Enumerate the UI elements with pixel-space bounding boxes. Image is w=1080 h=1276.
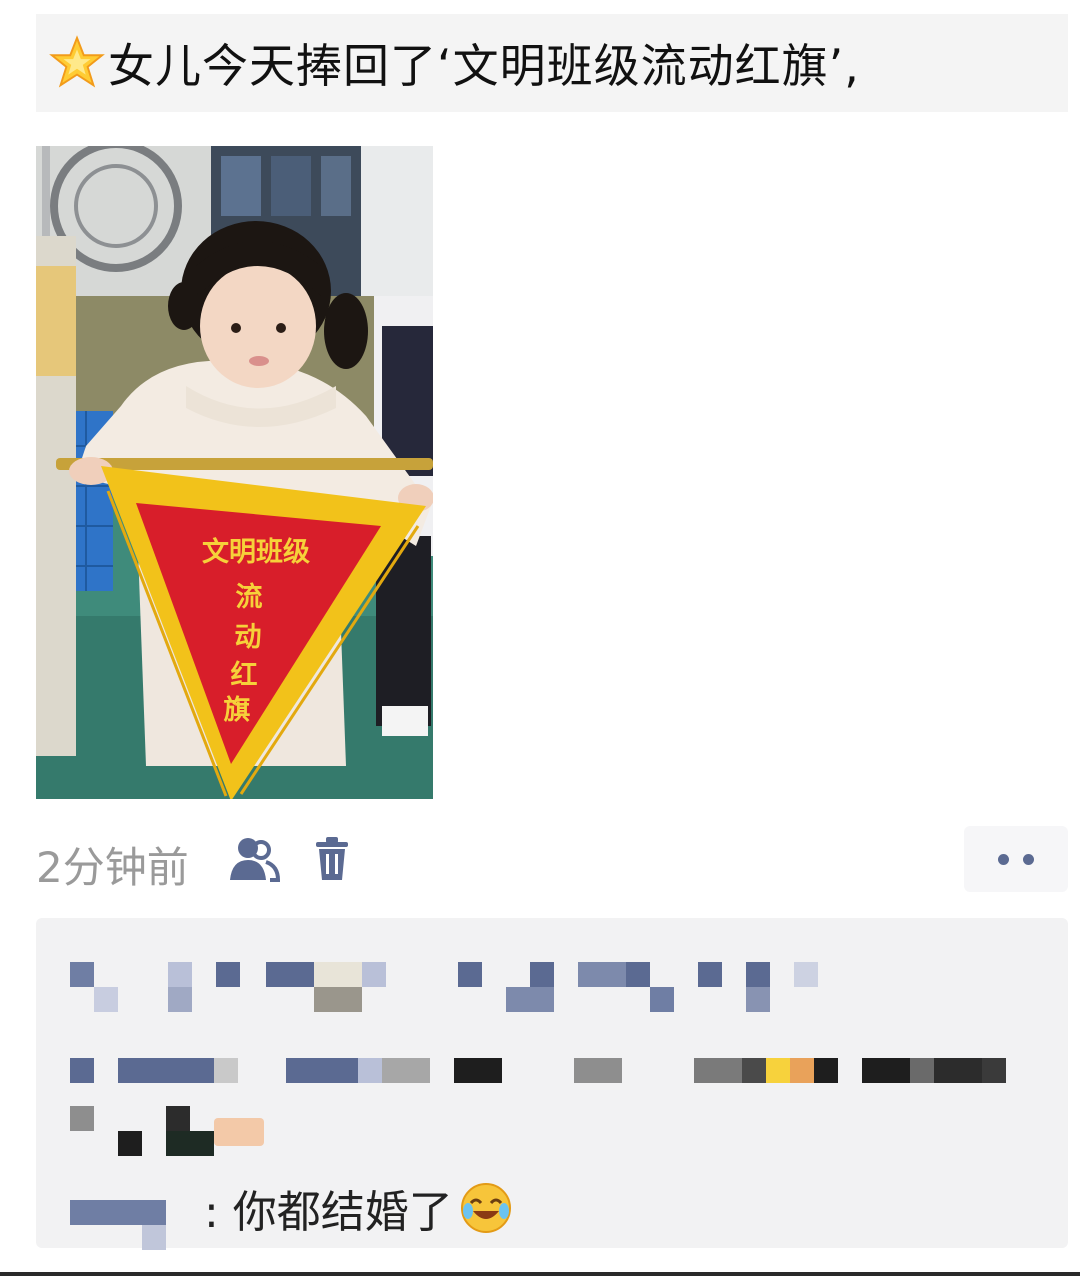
more-options-button[interactable] xyxy=(964,826,1068,892)
more-dot-icon xyxy=(1023,853,1034,865)
post-photo[interactable]: 文明班级 流 动 红 旗 xyxy=(36,146,433,799)
comments-section: : 你都结婚了 xyxy=(36,918,1068,1250)
glowing-star-icon xyxy=(49,35,105,88)
post-timestamp: 2分钟前 xyxy=(36,843,189,892)
redacted-comment-line xyxy=(70,1058,1030,1108)
pennant-line-1: 文明班级 xyxy=(202,536,310,568)
redacted-commenter-name xyxy=(70,1200,200,1250)
trash-icon[interactable] xyxy=(314,836,350,882)
post-caption: 女儿今天捧回了‘文明班级流动红旗’, xyxy=(108,39,860,93)
pennant-line-4: 红 xyxy=(231,659,258,691)
bottom-divider xyxy=(0,1272,1080,1276)
redacted-comment-line xyxy=(70,962,850,1012)
post-meta-row: 2分钟前 xyxy=(36,826,1068,892)
friends-visibility-icon[interactable] xyxy=(228,836,280,882)
comment-reply: : 你都结婚了 xyxy=(204,1176,513,1240)
more-dot-icon xyxy=(998,853,1009,865)
redacted-comment-line xyxy=(70,1106,310,1156)
post-text-block: 女儿今天捧回了‘文明班级流动红旗’, xyxy=(36,14,1068,112)
pennant-line-2: 流 xyxy=(236,582,263,613)
pennant-line-5: 旗 xyxy=(224,694,251,726)
comment-reply-text: : 你都结婚了 xyxy=(204,1187,453,1238)
laughing-crying-face-icon xyxy=(460,1183,511,1233)
pennant-line-3: 动 xyxy=(235,622,262,653)
photo-illustration: 文明班级 流 动 红 旗 xyxy=(36,146,433,799)
